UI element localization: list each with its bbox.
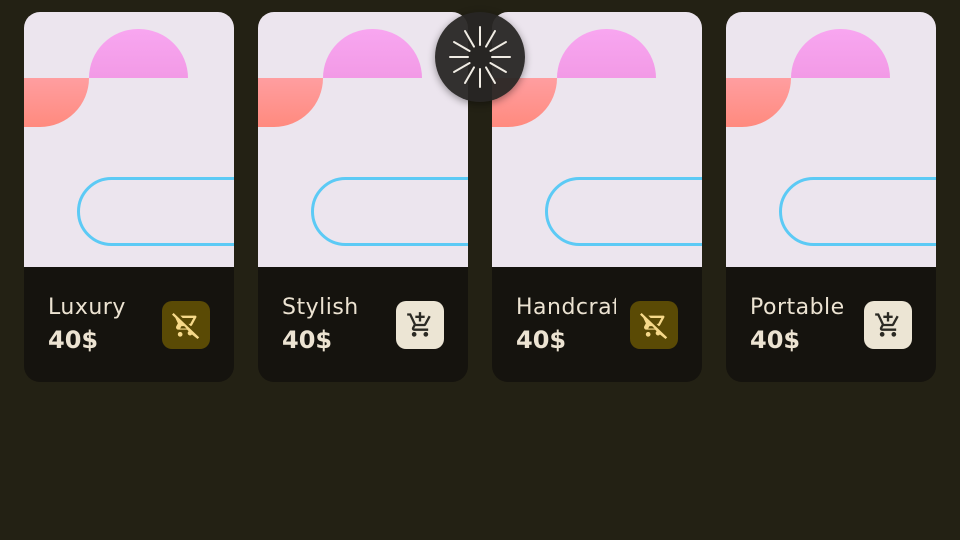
decorative-pill-outline xyxy=(545,177,702,246)
spinner-ray xyxy=(464,30,475,48)
product-title: Stylish xyxy=(282,295,359,320)
product-title: Portable xyxy=(750,295,845,320)
decorative-pill-outline xyxy=(779,177,936,246)
product-title: Handcrafted xyxy=(516,295,616,320)
decorative-quarter-circle xyxy=(258,78,323,127)
remove-from-cart-button[interactable] xyxy=(630,301,678,349)
product-image xyxy=(726,12,936,267)
remove-shopping-cart-icon xyxy=(640,312,668,339)
spinner-ray xyxy=(453,62,471,73)
spinner-ray xyxy=(485,30,496,48)
add-to-cart-button[interactable] xyxy=(864,301,912,349)
add-shopping-cart-icon xyxy=(407,312,431,337)
add-shopping-cart-icon xyxy=(875,312,899,337)
spinner-ray xyxy=(453,41,471,52)
decorative-semicircle xyxy=(791,29,890,78)
decorative-semicircle xyxy=(323,29,422,78)
product-card[interactable]: Portable 40$ xyxy=(726,12,936,382)
spinner-ray xyxy=(489,62,507,73)
loading-spinner-icon xyxy=(449,26,511,88)
product-title: Luxury xyxy=(48,295,126,320)
decorative-semicircle xyxy=(89,29,188,78)
remove-from-cart-button[interactable] xyxy=(162,301,210,349)
remove-shopping-cart-icon xyxy=(172,312,200,339)
product-card[interactable]: Luxury 40$ xyxy=(24,12,234,382)
decorative-semicircle xyxy=(557,29,656,78)
spinner-ray xyxy=(485,66,496,84)
decorative-pill-outline xyxy=(311,177,468,246)
decorative-quarter-circle xyxy=(726,78,791,127)
spinner-ray xyxy=(464,66,475,84)
decorative-quarter-circle xyxy=(24,78,89,127)
loading-indicator xyxy=(435,12,525,102)
product-image xyxy=(24,12,234,267)
decorative-pill-outline xyxy=(77,177,234,246)
spinner-ray xyxy=(489,41,507,52)
add-to-cart-button[interactable] xyxy=(396,301,444,349)
